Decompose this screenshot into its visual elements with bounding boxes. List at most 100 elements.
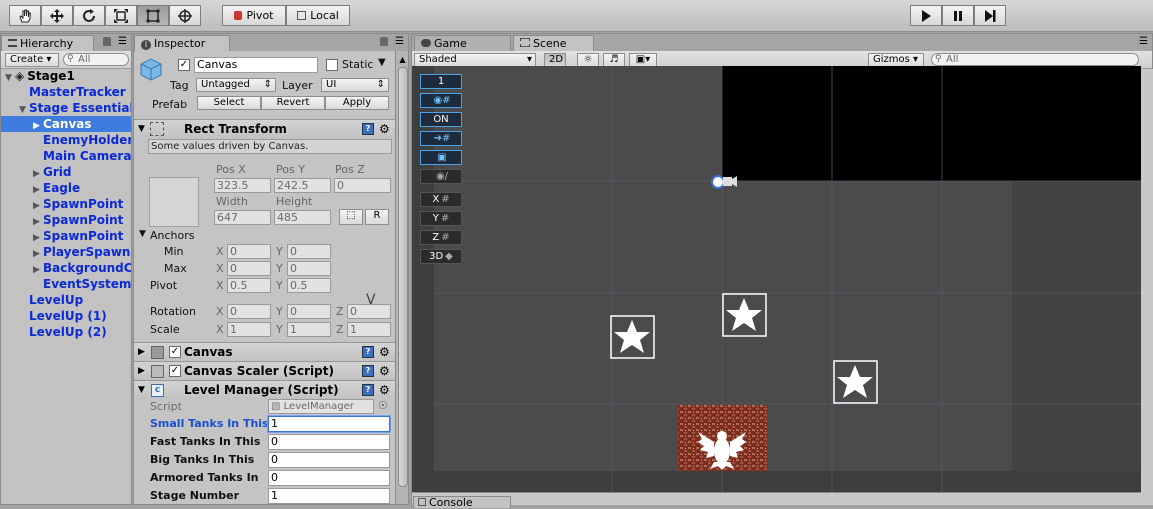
hierarchy-item[interactable]: ▶ Grid (1, 164, 131, 180)
fold-closed-icon[interactable]: ▶ (33, 230, 43, 244)
anchor-max-y-field[interactable]: 0 (287, 261, 331, 276)
fold-closed-icon[interactable]: ▶ (138, 343, 145, 361)
fold-closed-icon[interactable]: ▶ (33, 214, 43, 228)
pivot-x-field[interactable]: 0.5 (227, 278, 271, 293)
pivot-y-field[interactable]: 0.5 (287, 278, 331, 293)
lock-icon[interactable] (380, 37, 388, 46)
3d-shield-button[interactable]: 3D ◆ (420, 249, 462, 264)
fold-closed-icon[interactable]: ▶ (33, 198, 43, 212)
hierarchy-item[interactable]: ▶ Canvas (1, 116, 131, 132)
step-button[interactable] (974, 5, 1006, 26)
anchors-fold-icon[interactable]: ▼ (139, 229, 146, 239)
tag-dropdown[interactable]: Untagged ⇕ (196, 78, 276, 92)
x-axis-grid-button[interactable]: X # (420, 192, 462, 207)
object-name-input[interactable]: Canvas (194, 57, 318, 73)
level-field-input[interactable]: 1 (268, 488, 390, 504)
prefab-select-button[interactable]: Select (197, 96, 261, 110)
scene-vertical-scrollbar[interactable] (1140, 69, 1153, 505)
transform-tool-button[interactable] (169, 5, 201, 26)
object-picker-icon[interactable]: ☉ (378, 399, 388, 412)
scale-y-field[interactable]: 1 (287, 322, 331, 337)
hidden-eye-button[interactable]: ◉/ (420, 169, 462, 184)
panel-menu-icon[interactable]: ☰ (1139, 36, 1148, 47)
fold-closed-icon[interactable]: ▶ (33, 262, 43, 276)
level-field-input[interactable]: 0 (268, 452, 390, 468)
canvas-enabled-checkbox[interactable]: ✓ (169, 346, 181, 358)
pivot-toggle-button[interactable]: Pivot (222, 5, 286, 26)
fold-closed-icon[interactable]: ▶ (33, 166, 43, 180)
prefab-apply-button[interactable]: Apply (325, 96, 389, 110)
pause-button[interactable] (942, 5, 974, 26)
gear-icon[interactable]: ⚙ (379, 343, 390, 361)
anchor-min-y-field[interactable]: 0 (287, 244, 331, 259)
fold-open-icon[interactable]: ▼ (5, 70, 15, 84)
canvas-scaler-header[interactable]: ▶ ✓ Canvas Scaler (Script) ? ⚙ (134, 361, 408, 380)
scroll-up-arrow-icon[interactable]: ▲ (397, 55, 408, 67)
help-icon[interactable]: ? (362, 384, 374, 396)
hierarchy-item[interactable]: ▶ SpawnPoint (1, 212, 131, 228)
hand-tool-button[interactable] (9, 5, 41, 26)
canvas-scaler-enabled-checkbox[interactable]: ✓ (169, 365, 181, 377)
hierarchy-item[interactable]: ▶BackgroundCanvas (1, 260, 131, 276)
inspector-scroll-thumb[interactable] (398, 67, 408, 487)
help-icon[interactable]: ? (362, 123, 374, 135)
anchor-min-x-field[interactable]: 0 (227, 244, 271, 259)
create-dropdown[interactable]: Create ▾ (5, 53, 59, 67)
eagle-base[interactable] (678, 405, 767, 471)
hierarchy-item[interactable]: ▼ Stage Essentials (1, 100, 131, 116)
panel-menu-icon[interactable]: ☰ (118, 36, 127, 47)
scene-viewport[interactable]: 1 ◉# ON ➔# ▣ ◉/X # Y # Z #3D ◆ (412, 66, 1141, 492)
hierarchy-item[interactable]: ▼ ◈ Stage1 (1, 68, 131, 84)
active-checkbox[interactable]: ✓ (178, 59, 190, 71)
level-field-input[interactable]: 1 (268, 416, 390, 432)
scene-effects-dropdown[interactable]: ▣▾ (629, 53, 657, 67)
hierarchy-item[interactable]: ▶PlayerSpawnPoint (1, 244, 131, 260)
tab-inspector[interactable]: i Inspector (134, 35, 230, 51)
help-icon[interactable]: ? (362, 365, 374, 377)
shading-mode-dropdown[interactable]: Shaded ▾ (414, 53, 536, 67)
fold-closed-icon[interactable]: ▶ (33, 246, 43, 260)
fold-closed-icon[interactable]: ▶ (138, 362, 145, 380)
tab-console[interactable]: Console (413, 496, 511, 509)
scene-lighting-toggle[interactable]: ☼ (577, 53, 599, 67)
mode-2d-toggle[interactable]: 2D (544, 53, 566, 67)
rect-transform-header[interactable]: ▼ Rect Transform ? ⚙ (134, 119, 408, 138)
lock-button[interactable]: ▣ (420, 150, 462, 165)
gear-icon[interactable]: ⚙ (379, 120, 390, 138)
layer-dropdown[interactable]: UI ⇕ (321, 78, 389, 92)
blueprint-mode-button[interactable]: ⬚ (339, 209, 363, 225)
local-toggle-button[interactable]: Local (286, 5, 350, 26)
hierarchy-item[interactable]: ▶ Eagle (1, 180, 131, 196)
static-dropdown-arrow-icon[interactable]: ▼ (378, 57, 386, 68)
prefab-revert-button[interactable]: Revert (261, 96, 325, 110)
gear-icon[interactable]: ⚙ (379, 362, 390, 380)
hierarchy-item[interactable]: EnemyHolder (1, 132, 131, 148)
visibility-grid-button[interactable]: ◉# (420, 93, 462, 108)
y-axis-grid-button[interactable]: Y # (420, 211, 462, 226)
hierarchy-item[interactable]: Main Camera (1, 148, 131, 164)
hierarchy-item[interactable]: EventSystem (1, 276, 131, 292)
gizmos-dropdown[interactable]: Gizmos ▾ (868, 53, 924, 67)
arrow-grid-button[interactable]: ➔# (420, 131, 462, 146)
level-field-input[interactable]: 0 (268, 470, 390, 486)
level-field-input[interactable]: 0 (268, 434, 390, 450)
help-icon[interactable]: ? (362, 346, 374, 358)
lock-icon[interactable] (103, 37, 111, 46)
level-manager-header[interactable]: ▼ c Level Manager (Script) ? ⚙ (134, 380, 408, 399)
hierarchy-item[interactable]: MasterTracker (1, 84, 131, 100)
rect-tool-button[interactable] (137, 5, 169, 26)
scale-tool-button[interactable] (105, 5, 137, 26)
scale-z-field[interactable]: 1 (347, 322, 391, 337)
z-axis-grid-button[interactable]: Z # (420, 230, 462, 245)
raw-edit-button[interactable]: R (365, 209, 389, 225)
tab-game[interactable]: Game (414, 35, 511, 51)
inspector-scrollbar[interactable]: ▲ (395, 51, 408, 504)
tab-scene[interactable]: Scene (513, 35, 594, 51)
rotate-tool-button[interactable] (73, 5, 105, 26)
fold-open-icon[interactable]: ▼ (138, 120, 145, 138)
tab-hierarchy[interactable]: Hierarchy (1, 35, 94, 51)
scale-x-field[interactable]: 1 (227, 322, 271, 337)
hierarchy-item[interactable]: LevelUp (2) (1, 324, 131, 340)
rotation-y-field[interactable]: 0 (287, 304, 331, 319)
hierarchy-item[interactable]: LevelUp (1, 292, 131, 308)
